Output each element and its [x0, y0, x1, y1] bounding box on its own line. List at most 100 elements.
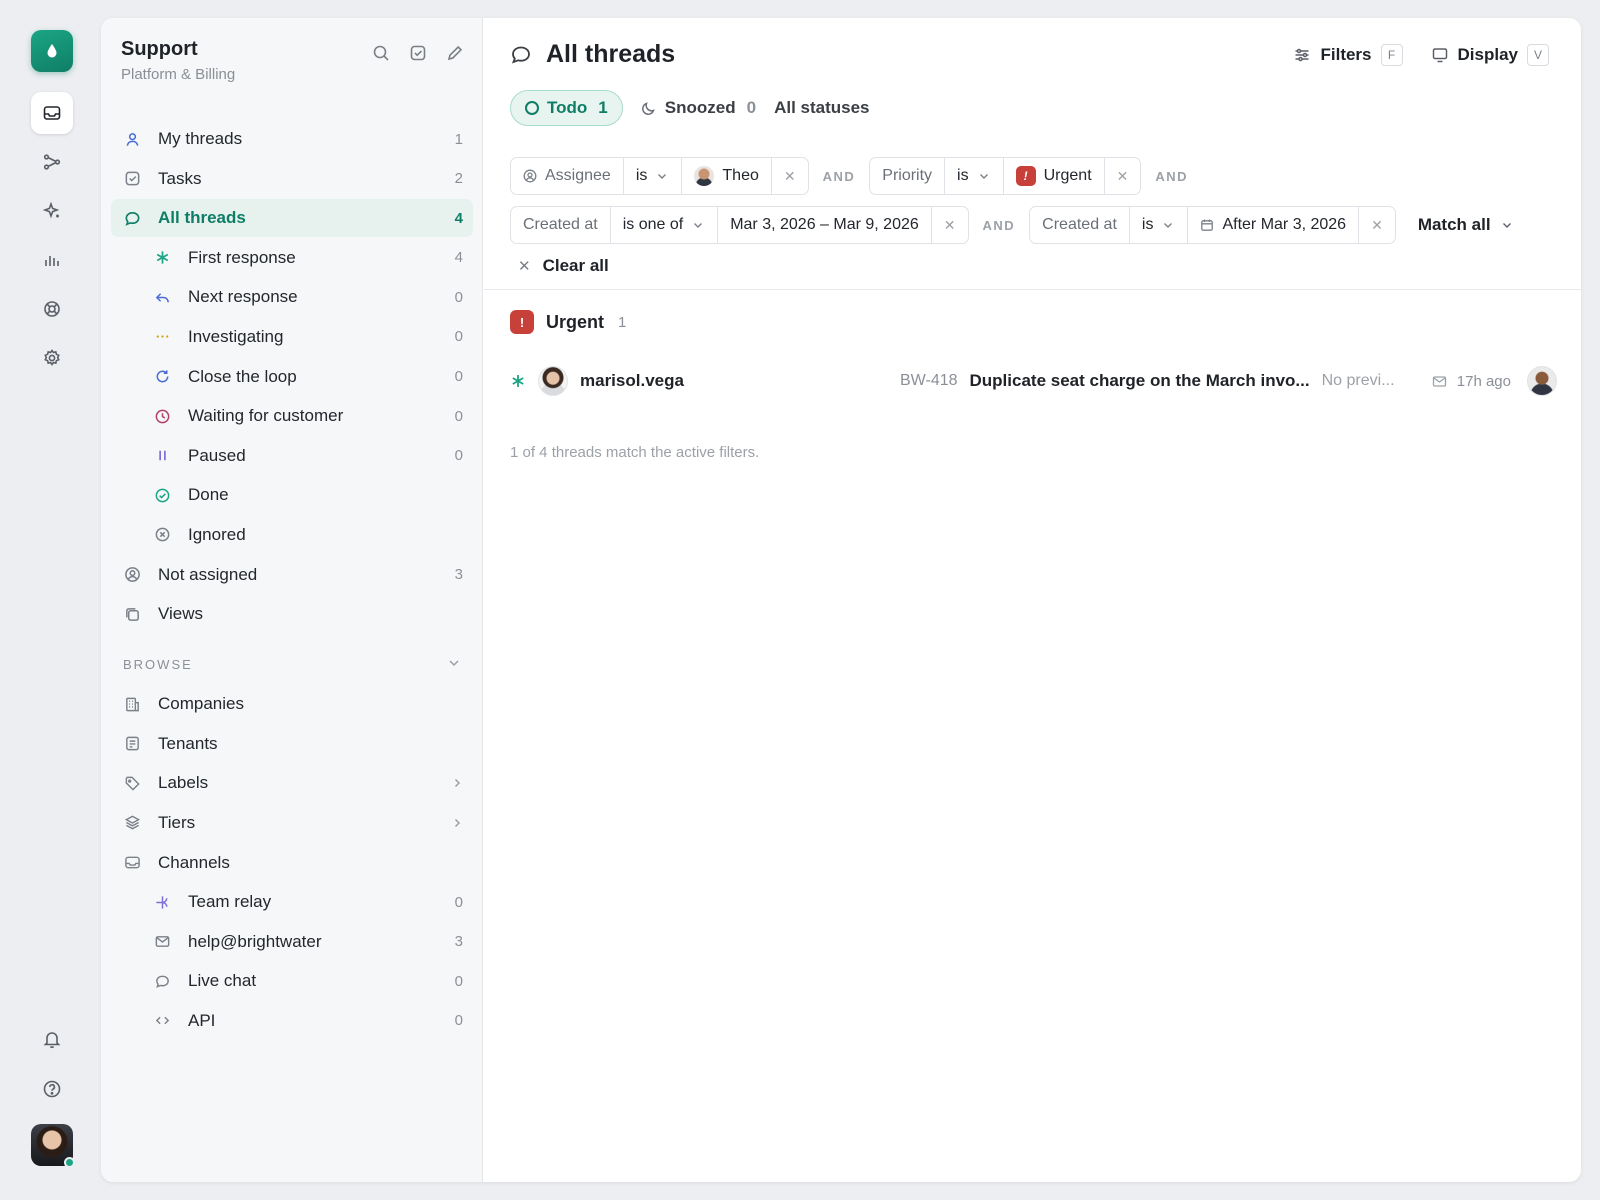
- filter-field[interactable]: Created at: [1030, 207, 1130, 243]
- user-avatar[interactable]: [31, 1124, 75, 1168]
- bar-chart-icon: [45, 256, 59, 266]
- sidebar-item-labels[interactable]: Labels: [111, 764, 473, 802]
- sidebar-item-team-relay[interactable]: Team relay 0: [111, 883, 473, 921]
- rail-settings[interactable]: [31, 337, 73, 379]
- sidebar-item-views[interactable]: Views: [111, 595, 473, 633]
- rail-workflows[interactable]: [31, 141, 73, 183]
- clear-all-button[interactable]: ✕ Clear all: [518, 256, 609, 276]
- asterisk-icon: [153, 249, 171, 267]
- filter-field[interactable]: Assignee: [511, 158, 624, 194]
- urgent-priority-icon: !: [510, 310, 534, 334]
- sidebar-item-live-chat[interactable]: Live chat 0: [111, 962, 473, 1000]
- sidebar-item-count: 0: [454, 288, 463, 306]
- sidebar-item-label: Companies: [158, 694, 244, 714]
- question-icon: [43, 1080, 61, 1098]
- sidebar-item-count: 4: [454, 249, 463, 267]
- sidebar-item-count: 3: [454, 566, 463, 584]
- sidebar-item-channels[interactable]: Channels: [111, 844, 473, 882]
- sidebar-item-label: Views: [158, 604, 204, 624]
- tasks-check-icon[interactable]: [409, 44, 427, 62]
- group-label: Urgent: [546, 311, 604, 332]
- sidebar-item-tasks[interactable]: Tasks 2: [111, 160, 473, 198]
- filters-button[interactable]: Filters F: [1293, 44, 1403, 66]
- filter-field[interactable]: Created at: [511, 207, 611, 243]
- assignee-avatar[interactable]: [1527, 366, 1557, 396]
- chevron-down-icon: [1502, 223, 1511, 228]
- rail-analytics[interactable]: [31, 239, 73, 281]
- status-tabs: Todo 1 Snoozed 0 All statuses: [510, 90, 870, 126]
- sidebar-item-close-the-loop[interactable]: Close the loop 0: [111, 358, 473, 396]
- sidebar-item-my-threads[interactable]: My threads 1: [111, 120, 473, 158]
- compose-pencil-icon[interactable]: [446, 44, 464, 62]
- rail-notifications[interactable]: [31, 1018, 73, 1060]
- chat-bubble-icon: [153, 972, 171, 990]
- match-all-dropdown[interactable]: Match all: [1418, 215, 1514, 235]
- tab-todo[interactable]: Todo 1: [510, 90, 623, 126]
- sidebar-item-label: Tenants: [158, 733, 218, 753]
- sidebar-item-investigating[interactable]: Investigating 0: [111, 318, 473, 356]
- group-header-urgent[interactable]: ! Urgent 1: [510, 310, 626, 334]
- rail-inbox[interactable]: [31, 92, 73, 134]
- user-circle-icon: [523, 169, 537, 183]
- filter-field-label: Created at: [523, 216, 598, 233]
- app-logo[interactable]: [31, 30, 73, 72]
- filter-operator[interactable]: is one of: [611, 207, 719, 243]
- filter-operator[interactable]: is: [624, 158, 683, 194]
- rail-ai[interactable]: [31, 190, 73, 232]
- remove-filter-button[interactable]: ✕: [932, 207, 968, 243]
- filter-value[interactable]: ! Urgent: [1004, 158, 1105, 194]
- filter-chip-created-range: Created at is one of Mar 3, 2026 – Mar 9…: [510, 206, 969, 244]
- filter-field[interactable]: Priority: [870, 158, 946, 194]
- page-title-text: All threads: [546, 40, 676, 68]
- thread-preview: No previ...: [1321, 372, 1395, 389]
- rail-help[interactable]: [31, 1068, 73, 1110]
- sidebar-item-label: Labels: [158, 773, 209, 793]
- sidebar-item-label: Ignored: [188, 524, 246, 544]
- sidebar-item-next-response[interactable]: Next response 0: [111, 278, 473, 316]
- sidebar-item-ignored[interactable]: Ignored: [111, 516, 473, 554]
- tab-snoozed[interactable]: Snoozed 0: [641, 90, 756, 126]
- sidebar-item-all-threads[interactable]: All threads 4: [111, 199, 473, 238]
- customer-avatar: [538, 366, 568, 396]
- sidebar-item-done[interactable]: Done: [111, 476, 473, 514]
- remove-filter-button[interactable]: ✕: [772, 158, 808, 194]
- display-button[interactable]: Display V: [1431, 44, 1549, 66]
- filter-operator-label: is: [1141, 216, 1154, 233]
- code-brackets-icon: [153, 1012, 171, 1030]
- filter-value[interactable]: Mar 3, 2026 – Mar 9, 2026: [718, 207, 932, 243]
- sidebar-item-label: Done: [188, 485, 229, 505]
- rail-help-center[interactable]: [31, 288, 73, 330]
- filter-value[interactable]: Theo: [682, 158, 772, 194]
- sidebar-item-label: Close the loop: [188, 366, 297, 386]
- sidebar-item-tenants[interactable]: Tenants: [111, 725, 473, 763]
- sidebar-item-not-assigned[interactable]: Not assigned 3: [111, 556, 473, 594]
- filter-operator[interactable]: is: [945, 158, 1004, 194]
- sidebar-item-companies[interactable]: Companies: [111, 685, 473, 723]
- customer-name: marisol.vega: [580, 371, 684, 390]
- remove-filter-button[interactable]: ✕: [1359, 207, 1395, 243]
- thread-row[interactable]: marisol.vega BW-418 Duplicate seat charg…: [510, 356, 1557, 406]
- sidebar-item-count: 1: [454, 130, 463, 148]
- remove-filter-button[interactable]: ✕: [1105, 158, 1141, 194]
- filter-operator[interactable]: is: [1130, 207, 1189, 243]
- filters-label: Filters: [1320, 45, 1372, 64]
- browse-section-header[interactable]: BROWSE: [111, 647, 473, 681]
- sidebar-item-tiers[interactable]: Tiers: [111, 804, 473, 842]
- sidebar-item-waiting-for-customer[interactable]: Waiting for customer 0: [111, 397, 473, 435]
- sidebar-item-help-email[interactable]: help@brightwater 3: [111, 923, 473, 961]
- search-icon[interactable]: [372, 44, 390, 62]
- sidebar-item-label: Next response: [188, 287, 298, 307]
- sidebar-item-api[interactable]: API 0: [111, 1002, 473, 1040]
- sidebar-item-paused[interactable]: Paused 0: [111, 437, 473, 475]
- relay-spark-icon: [153, 893, 171, 911]
- bell-icon: [43, 1032, 61, 1049]
- sparkles-icon: [42, 201, 60, 219]
- pause-icon: [153, 447, 171, 465]
- filter-field-label: Priority: [882, 167, 933, 184]
- tab-all-statuses[interactable]: All statuses: [774, 90, 869, 126]
- sidebar-item-first-response[interactable]: First response 4: [111, 239, 473, 277]
- close-icon: ✕: [518, 258, 531, 275]
- sidebar: Support Platform & Billing My threads 1 …: [101, 18, 483, 1182]
- filter-value[interactable]: After Mar 3, 2026: [1188, 207, 1360, 243]
- sliders-icon: [1295, 48, 1309, 62]
